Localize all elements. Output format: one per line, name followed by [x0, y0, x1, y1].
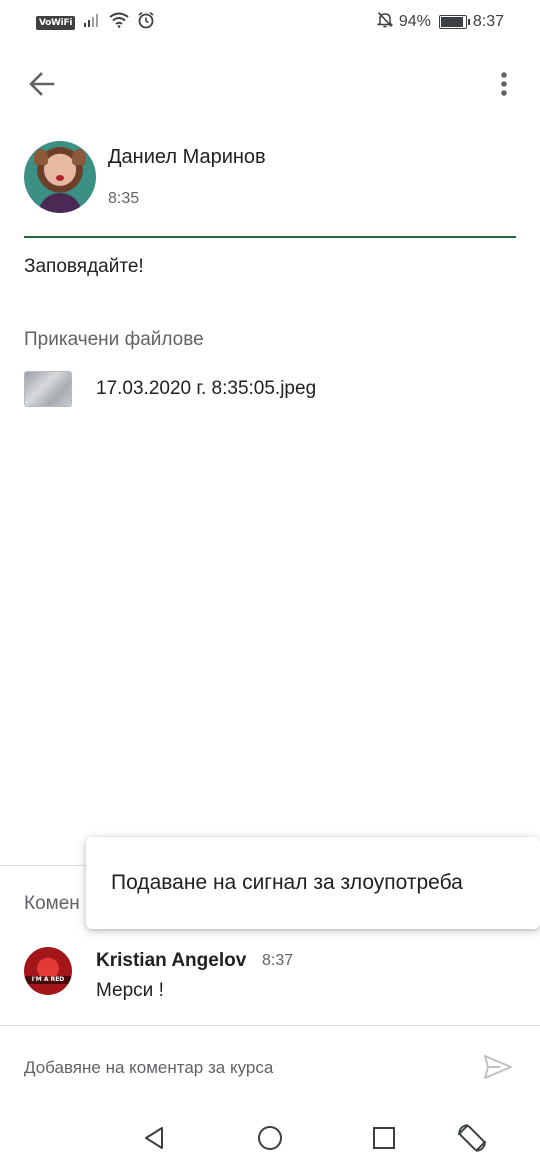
comments-heading: Комен: [24, 893, 80, 914]
class-comment-input[interactable]: [24, 1050, 454, 1086]
arrow-back-icon: [29, 71, 55, 101]
alarm-icon: [137, 11, 155, 34]
comment-text: Мерси !: [96, 980, 164, 1001]
menu-item-report-abuse[interactable]: Подаване на сигнал за злоупотреба: [86, 837, 540, 929]
rotate-screen-button[interactable]: [452, 1120, 492, 1160]
commenter-avatar: I'M A RED: [24, 947, 72, 995]
attachments-heading: Прикачени файлове: [24, 329, 204, 350]
avatar-shirt: [38, 193, 82, 213]
avatar-filter-ear-right: [72, 149, 86, 165]
post-header-divider: [24, 236, 516, 238]
author-avatar: [24, 141, 96, 213]
battery-fill: [440, 17, 464, 27]
notifications-off-icon: [376, 11, 394, 33]
avatar-filter-nose: [56, 175, 64, 181]
attachment-file-name[interactable]: 17.03.2020 г. 8:35:05.jpeg: [96, 378, 316, 400]
nav-back-button[interactable]: [134, 1120, 174, 1160]
battery-percent: 94%: [398, 13, 431, 30]
send-comment-button[interactable]: [478, 1049, 518, 1089]
attachment-thumbnail[interactable]: [24, 371, 72, 407]
avatar-filter-ear-left: [34, 149, 48, 165]
commenter-avatar-text: I'M A RED: [24, 976, 72, 984]
status-bar: VoWiFi 94% 8:37: [0, 0, 540, 46]
vowifi-badge: VoWiFi: [36, 15, 76, 30]
more-vert-icon: [500, 71, 508, 102]
nav-recents-button[interactable]: [364, 1120, 404, 1160]
status-bar-right: 94% 8:37: [376, 11, 504, 33]
post-time: 8:35: [108, 190, 140, 207]
back-button[interactable]: [22, 66, 62, 106]
send-icon: [483, 1054, 513, 1085]
comment-input-divider: [0, 1025, 540, 1026]
signal-icon: [83, 13, 101, 32]
circle-home-icon: [257, 1125, 283, 1156]
wifi-icon: [109, 12, 129, 33]
comment-time: 8:37: [262, 952, 294, 969]
status-bar-left: VoWiFi: [36, 11, 155, 34]
system-nav-bar: [0, 1110, 540, 1170]
more-options-button[interactable]: [484, 66, 524, 106]
square-recents-icon: [372, 1126, 396, 1155]
nav-home-button[interactable]: [250, 1120, 290, 1160]
post-author-name: Даниел Маринов: [108, 146, 266, 168]
overflow-popup-menu: Подаване на сигнал за злоупотреба: [86, 837, 540, 929]
triangle-back-icon: [143, 1126, 165, 1155]
comment-author-name: Kristian Angelov: [96, 950, 247, 971]
battery-icon: [438, 15, 470, 29]
post-body-text: Заповядайте!: [24, 256, 144, 277]
status-time: 8:37: [472, 13, 504, 30]
screen-rotate-icon: [456, 1122, 488, 1159]
